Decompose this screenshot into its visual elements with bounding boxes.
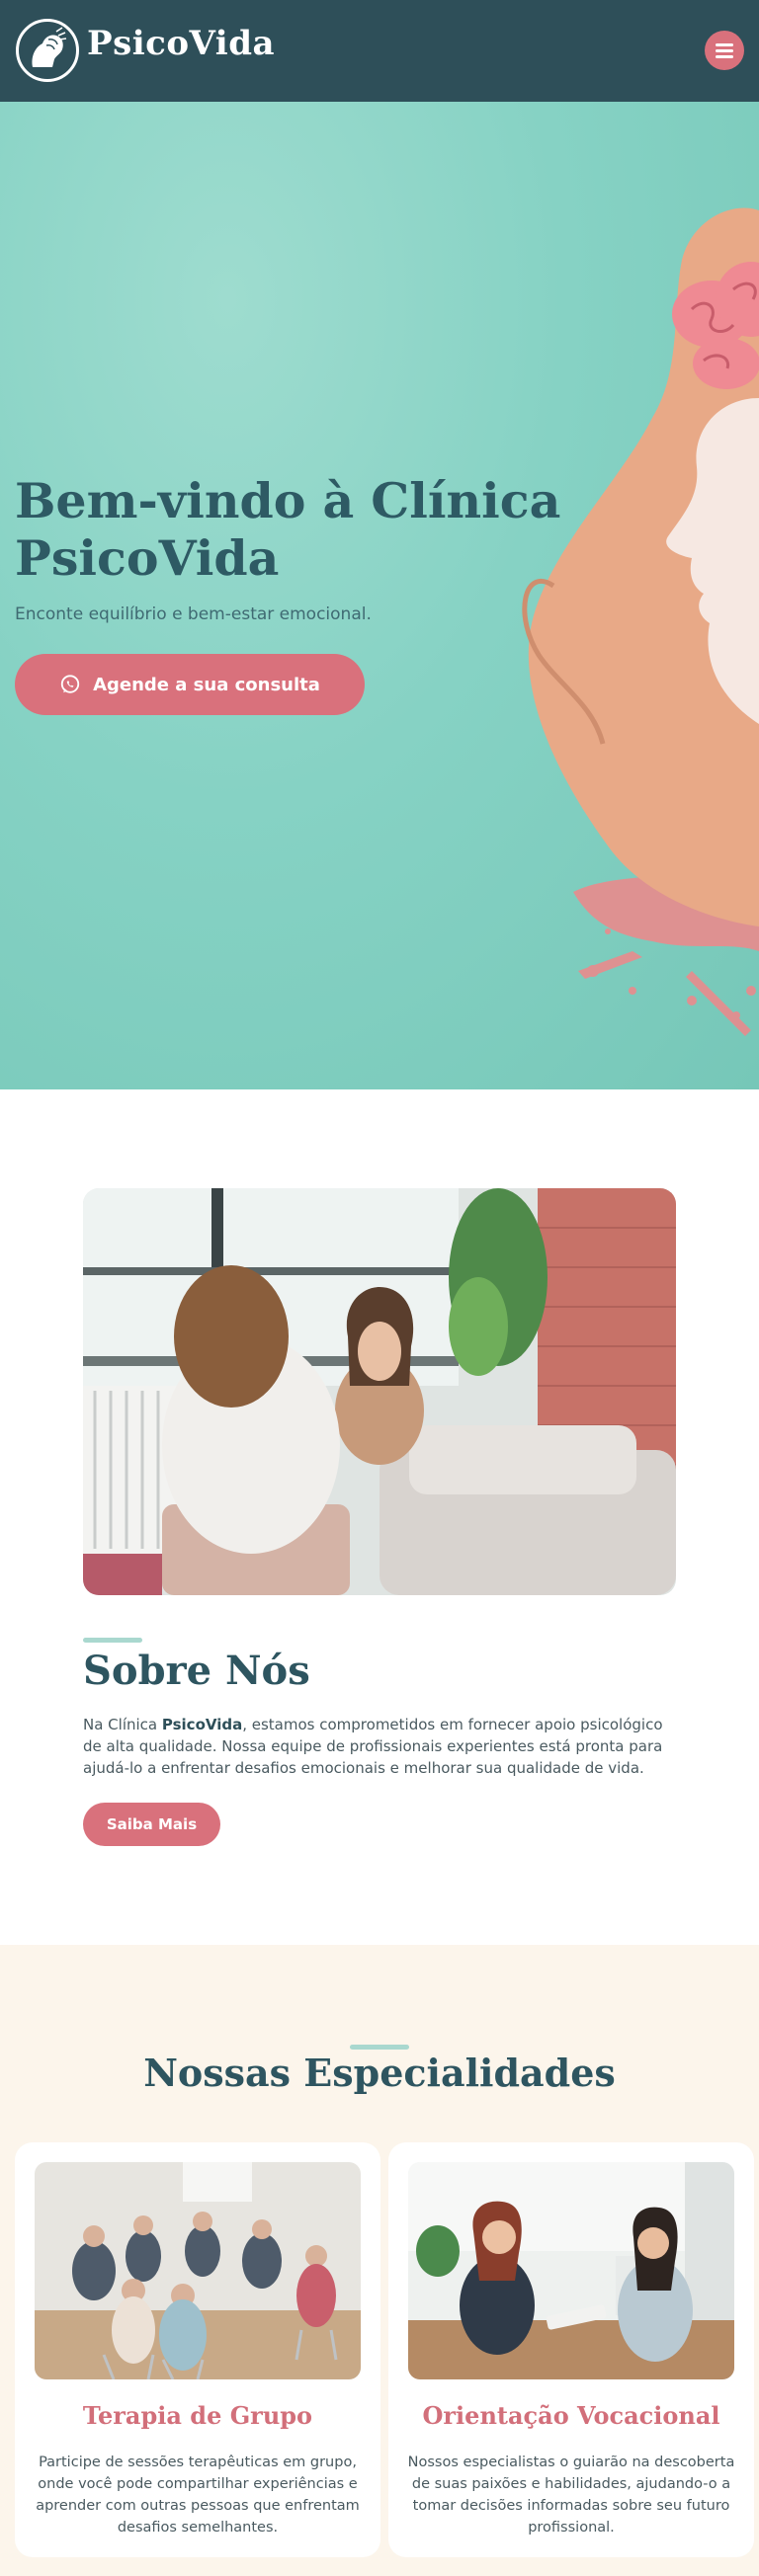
specialty-card-vocational-guidance[interactable]: Orientação Vocacional Nossos especialist… <box>388 2142 754 2557</box>
section-accent-bar <box>83 1638 142 1643</box>
learn-more-button[interactable]: Saiba Mais <box>83 1803 220 1846</box>
about-title: Sobre Nós <box>83 1648 310 1694</box>
vocational-guidance-photo <box>408 2162 734 2379</box>
card-description: Nossos especialistas o guiarão na descob… <box>407 2455 735 2536</box>
whatsapp-icon <box>60 675 80 693</box>
cta-label: Agende a sua consulta <box>93 674 320 695</box>
hero-title: Bem-vindo à Clínica PsicoVida <box>15 472 561 587</box>
brand-highlight: PsicoVida <box>161 1716 243 1733</box>
card-title: Orientação Vocacional <box>422 2401 720 2430</box>
hand-brain-illustration <box>522 207 759 1036</box>
logo-icon[interactable] <box>16 19 79 82</box>
therapy-session-photo <box>83 1188 676 1595</box>
specialty-card-group-therapy[interactable]: Terapia de Grupo Participe de sessões te… <box>15 2142 380 2557</box>
specialties-title: Nossas Especialidades <box>143 2051 616 2095</box>
about-description: Na Clínica PsicoVida, estamos comprometi… <box>83 1716 663 1777</box>
schedule-appointment-button[interactable]: Agende a sua consulta <box>15 654 365 715</box>
site-header: PsicoVida <box>0 0 759 102</box>
brand-name[interactable]: PsicoVida <box>87 24 275 63</box>
specialties-section: Nossas Especialidades Terapia de Grupo P… <box>0 1945 759 2576</box>
section-accent-bar <box>350 2045 409 2050</box>
menu-button[interactable] <box>705 31 744 70</box>
hero-subtitle: Enconte equilíbrio e bem-estar emocional… <box>15 604 372 624</box>
hero-section: Bem-vindo à Clínica PsicoVida Enconte eq… <box>0 102 759 1089</box>
card-title: Terapia de Grupo <box>82 2401 313 2430</box>
card-description: Participe de sessões terapêuticas em gru… <box>36 2455 360 2536</box>
group-therapy-photo <box>35 2162 361 2379</box>
